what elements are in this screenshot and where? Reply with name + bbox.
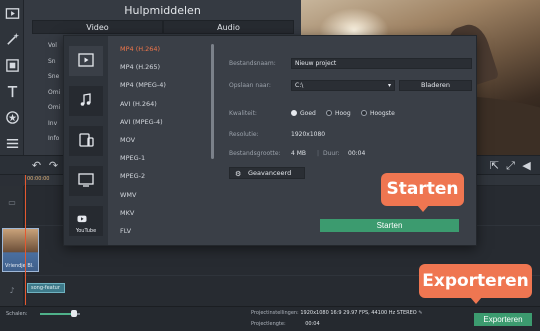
quality-option-highest[interactable]: Hoogste (370, 110, 395, 117)
filmstrip-icon[interactable] (0, 52, 24, 78)
export-settings: Bestandsnaam: Nieuw project Opslaan naar… (229, 36, 476, 245)
tools-list: Vol Sn Sne Omi Omi Inv Info (48, 38, 60, 147)
format-item[interactable]: AVI (MPEG-4) (120, 113, 206, 131)
project-length-label: Projectlengte: (251, 321, 286, 327)
duration-label: Duur: (323, 150, 340, 157)
tv-icon (78, 172, 94, 191)
filename-field[interactable]: Nieuw project (291, 58, 472, 69)
timecode: 00:00:00 (27, 176, 50, 182)
format-item[interactable]: MPEG-2 (120, 167, 206, 185)
edit-icon[interactable]: ✎ (418, 310, 422, 316)
shapes-icon[interactable] (0, 104, 24, 130)
audio-track-icon: ♪ (9, 286, 15, 295)
redo-icon[interactable]: ↷ (47, 159, 60, 172)
project-length-value: 00:04 (305, 321, 320, 327)
tools-list-item[interactable]: Info (48, 131, 60, 147)
tools-list-item[interactable]: Omi (48, 85, 60, 101)
format-item[interactable]: MP4 (H.265) (120, 58, 206, 76)
filesize-label: Bestandsgrootte: (229, 150, 281, 157)
export-categories: YouTube (64, 36, 108, 245)
volume-icon[interactable]: ◀ (520, 159, 533, 172)
list-icon[interactable] (0, 130, 24, 156)
quality-radio-highest[interactable] (361, 110, 367, 116)
tab-video[interactable]: Video (32, 20, 163, 34)
format-item[interactable]: FLV (120, 222, 206, 240)
format-item[interactable]: MKV (120, 204, 206, 222)
project-settings: Projectinstellingen: 1920x1080 16:9 29.9… (251, 310, 423, 316)
format-item[interactable]: MP4 (H.264) (120, 40, 206, 58)
quality-option-good[interactable]: Goed (300, 110, 316, 117)
category-audio[interactable] (69, 86, 103, 116)
tool-rail (0, 0, 24, 155)
tools-panel-title: Hulpmiddelen (124, 4, 201, 17)
youtube-label: YouTube (75, 227, 97, 234)
text-icon[interactable] (0, 78, 24, 104)
quality-label: Kwaliteit: (229, 110, 257, 117)
export-small-icon[interactable]: ⇱ (488, 159, 501, 172)
format-item[interactable]: AVI (H.264) (120, 95, 206, 113)
gear-icon: ⚙ (235, 170, 242, 178)
wand-icon[interactable] (0, 26, 24, 52)
filename-label: Bestandsnaam: (229, 60, 276, 67)
zoom-slider-handle[interactable] (71, 310, 77, 317)
quality-radio-high[interactable] (326, 110, 332, 116)
audio-clip-label: song-featur (31, 285, 60, 291)
video-file-icon (78, 52, 94, 71)
quality-option-high[interactable]: Hoog (335, 110, 351, 117)
video-clip-label: Vriendje Bl. (5, 263, 34, 269)
resolution-value: 1920x1080 (291, 131, 326, 138)
save-to-label: Opslaan naar: (229, 82, 271, 89)
tools-tabs: Video Audio (32, 20, 294, 34)
video-clip[interactable]: Vriendje Bl. (2, 228, 39, 272)
category-video-file[interactable] (69, 46, 103, 76)
playhead[interactable] (25, 175, 26, 305)
category-tv[interactable] (69, 166, 103, 196)
advanced-button[interactable]: ⚙ Geavanceerd (229, 167, 305, 179)
tools-list-item[interactable]: Omi (48, 100, 60, 116)
tab-audio[interactable]: Audio (163, 20, 294, 34)
save-to-field[interactable]: C:\ ▾ (291, 80, 395, 91)
tools-list-item[interactable]: Sn (48, 54, 60, 70)
tools-list-item[interactable]: Inv (48, 116, 60, 132)
project-length: Projectlengte: 00:04 (251, 321, 320, 327)
quality-radio-good[interactable] (291, 110, 297, 116)
format-item[interactable]: MOV (120, 131, 206, 149)
resolution-label: Resolutie: (229, 131, 259, 138)
zoom-slider-fill (40, 313, 74, 315)
youtube-icon: YouTube (76, 209, 96, 234)
undo-icon[interactable]: ↶ (30, 159, 43, 172)
category-youtube[interactable]: YouTube (69, 206, 103, 236)
filesize-value: 4 MB (291, 150, 307, 157)
project-settings-value: 1920x1080 16:9 29.97 FPS, 44100 Hz STERE… (300, 310, 417, 316)
music-note-icon (78, 92, 94, 111)
fullscreen-icon[interactable]: ⤢ (504, 159, 517, 172)
devices-icon (78, 132, 94, 151)
scale-label: Schalen: (6, 311, 28, 317)
project-settings-label: Projectinstellingen: (251, 310, 299, 316)
title-track-icon: ▭ (8, 198, 16, 207)
callout-start: Starten (381, 173, 464, 212)
advanced-label: Geavanceerd (248, 169, 292, 177)
duration-value: 00:04 (348, 150, 366, 157)
category-devices[interactable] (69, 126, 103, 156)
app-window: Hulpmiddelen Video Audio Vol Sn Sne Omi … (0, 0, 540, 331)
separator: | (317, 150, 320, 157)
format-list: MP4 (H.264) MP4 (H.265) MP4 (MPEG-4) AVI… (120, 40, 206, 240)
format-list-scrollbar[interactable] (211, 44, 214, 159)
chevron-down-icon: ▾ (387, 82, 391, 89)
status-bar: Schalen: Projectinstellingen: 1920x1080 … (0, 306, 540, 331)
callout-export: Exporteren (419, 264, 532, 304)
save-to-value: C:\ (295, 82, 304, 89)
audio-clip[interactable]: song-featur (27, 283, 65, 293)
format-item[interactable]: MPEG-1 (120, 149, 206, 167)
tools-list-item[interactable]: Sne (48, 69, 60, 85)
start-button[interactable]: Starten (320, 219, 459, 232)
format-item[interactable]: MP4 (MPEG-4) (120, 76, 206, 94)
browse-button[interactable]: Bladeren (399, 80, 472, 91)
video-icon[interactable] (0, 0, 24, 26)
tools-list-item[interactable]: Vol (48, 38, 60, 54)
format-item[interactable]: WMV (120, 186, 206, 204)
export-button[interactable]: Exporteren (474, 313, 532, 326)
export-dialog: YouTube MP4 (H.264) MP4 (H.265) MP4 (MPE… (63, 35, 477, 246)
